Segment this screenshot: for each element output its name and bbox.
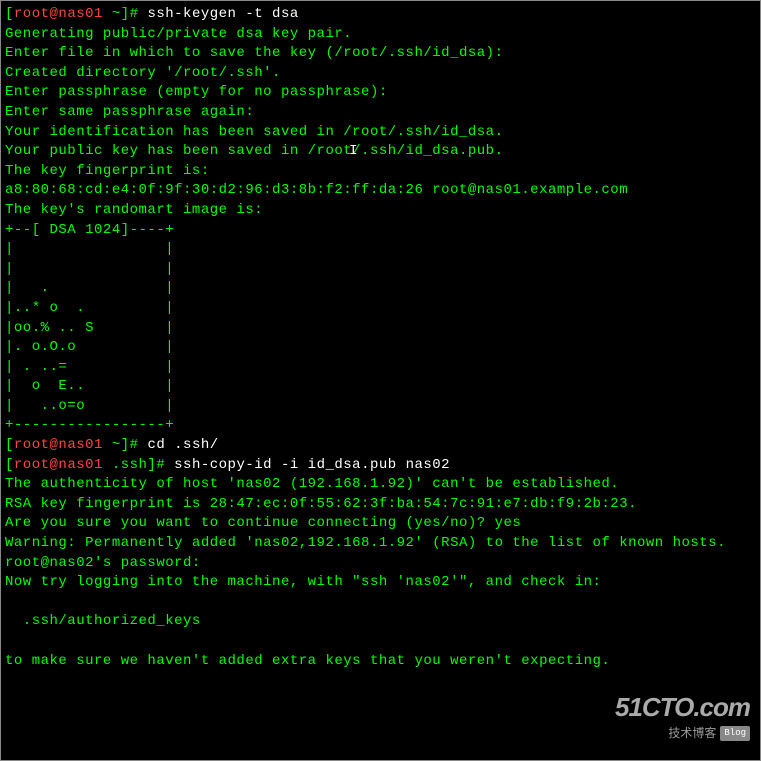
output-text: Enter same passphrase again:	[5, 104, 254, 120]
output-text: Enter file in which to save the key (/ro…	[5, 45, 503, 61]
terminal-line: The authenticity of host 'nas02 (192.168…	[5, 475, 756, 495]
terminal-line: root@nas02's password:	[5, 554, 756, 574]
watermark-blog-badge: Blog	[720, 726, 750, 741]
terminal-line: Warning: Permanently added 'nas02,192.16…	[5, 534, 756, 554]
output-text: Your public key has been saved in /root	[5, 143, 352, 159]
output-text: The key fingerprint is:	[5, 163, 210, 179]
output-text: Created directory '/root/.ssh'.	[5, 65, 281, 81]
output-text	[5, 594, 14, 610]
output-text: +-----------------+	[5, 417, 174, 433]
command-text: cd .ssh/	[147, 437, 218, 453]
terminal-line: | ..o=o |	[5, 397, 756, 417]
output-text: | . |	[5, 280, 174, 296]
output-text: Now try logging into the machine, with "…	[5, 574, 601, 590]
output-text: | |	[5, 241, 174, 257]
terminal-line: Your public key has been saved in /rootI…	[5, 142, 756, 162]
output-text: RSA key fingerprint is 28:47:ec:0f:55:62…	[5, 496, 637, 512]
prompt-path: .ssh]#	[103, 457, 174, 473]
prompt-bracket: [	[5, 437, 14, 453]
output-text: .ssh/authorized_keys	[5, 613, 201, 629]
terminal-line: | |	[5, 240, 756, 260]
terminal-line: RSA key fingerprint is 28:47:ec:0f:55:62…	[5, 495, 756, 515]
output-text: +--[ DSA 1024]----+	[5, 222, 174, 238]
output-text: | ..o=o |	[5, 398, 174, 414]
text-cursor-icon: I	[349, 142, 358, 162]
terminal-line: Generating public/private dsa key pair.	[5, 25, 756, 45]
output-text: Are you sure you want to continue connec…	[5, 515, 521, 531]
output-text: /.ssh/id_dsa.pub.	[352, 143, 503, 159]
terminal-line: Are you sure you want to continue connec…	[5, 514, 756, 534]
command-text: ssh-copy-id -i id_dsa.pub nas02	[174, 457, 450, 473]
terminal-line	[5, 632, 756, 652]
terminal-output[interactable]: [root@nas01 ~]# ssh-keygen -t dsaGenerat…	[5, 5, 756, 671]
watermark: 51CTO.com 技术博客 Blog	[615, 689, 750, 745]
terminal-line: to make sure we haven't added extra keys…	[5, 652, 756, 672]
output-text	[5, 633, 14, 649]
output-text: to make sure we haven't added extra keys…	[5, 653, 610, 669]
prompt-user: root@nas01	[14, 6, 103, 22]
terminal-line: The key fingerprint is:	[5, 162, 756, 182]
terminal-line	[5, 593, 756, 613]
terminal-line: |..* o . |	[5, 299, 756, 319]
terminal-line: | . |	[5, 279, 756, 299]
prompt-user: root@nas01	[14, 457, 103, 473]
output-text: | . ..= |	[5, 359, 174, 375]
output-text: The authenticity of host 'nas02 (192.168…	[5, 476, 619, 492]
output-text: |..* o . |	[5, 300, 174, 316]
terminal-line: | |	[5, 260, 756, 280]
terminal-line: [root@nas01 ~]# cd .ssh/	[5, 436, 756, 456]
output-text: The key's randomart image is:	[5, 202, 263, 218]
output-text: Your identification has been saved in /r…	[5, 124, 503, 140]
terminal-line: a8:80:68:cd:e4:0f:9f:30:d2:96:d3:8b:f2:f…	[5, 181, 756, 201]
output-text: |oo.% .. S |	[5, 320, 174, 336]
prompt-bracket: [	[5, 6, 14, 22]
terminal-line: Your identification has been saved in /r…	[5, 123, 756, 143]
output-text: Warning: Permanently added 'nas02,192.16…	[5, 535, 726, 551]
terminal-line: | o E.. |	[5, 377, 756, 397]
terminal-line: Now try logging into the machine, with "…	[5, 573, 756, 593]
watermark-sub-text: 技术博客	[668, 726, 716, 740]
output-text: | o E.. |	[5, 378, 174, 394]
terminal-line: | . ..= |	[5, 358, 756, 378]
terminal-line: The key's randomart image is:	[5, 201, 756, 221]
prompt-path: ~]#	[103, 437, 148, 453]
terminal-line: |. o.O.o |	[5, 338, 756, 358]
watermark-sub-row: 技术博客 Blog	[615, 725, 750, 745]
output-text: a8:80:68:cd:e4:0f:9f:30:d2:96:d3:8b:f2:f…	[5, 182, 628, 198]
terminal-line: [root@nas01 ~]# ssh-keygen -t dsa	[5, 5, 756, 25]
output-text: |. o.O.o |	[5, 339, 174, 355]
output-text: | |	[5, 261, 174, 277]
terminal-line: .ssh/authorized_keys	[5, 612, 756, 632]
terminal-line: [root@nas01 .ssh]# ssh-copy-id -i id_dsa…	[5, 456, 756, 476]
terminal-line: +-----------------+	[5, 416, 756, 436]
prompt-user: root@nas01	[14, 437, 103, 453]
output-text: root@nas02's password:	[5, 555, 201, 571]
output-text: Enter passphrase (empty for no passphras…	[5, 84, 388, 100]
terminal-line: |oo.% .. S |	[5, 319, 756, 339]
terminal-line: Enter passphrase (empty for no passphras…	[5, 83, 756, 103]
output-text: Generating public/private dsa key pair.	[5, 26, 352, 42]
terminal-line: Created directory '/root/.ssh'.	[5, 64, 756, 84]
prompt-bracket: [	[5, 457, 14, 473]
terminal-line: Enter file in which to save the key (/ro…	[5, 44, 756, 64]
terminal-line: +--[ DSA 1024]----+	[5, 221, 756, 241]
terminal-line: Enter same passphrase again:	[5, 103, 756, 123]
command-text: ssh-keygen -t dsa	[147, 6, 298, 22]
prompt-path: ~]#	[103, 6, 148, 22]
watermark-main-text: 51CTO.com	[615, 689, 750, 725]
